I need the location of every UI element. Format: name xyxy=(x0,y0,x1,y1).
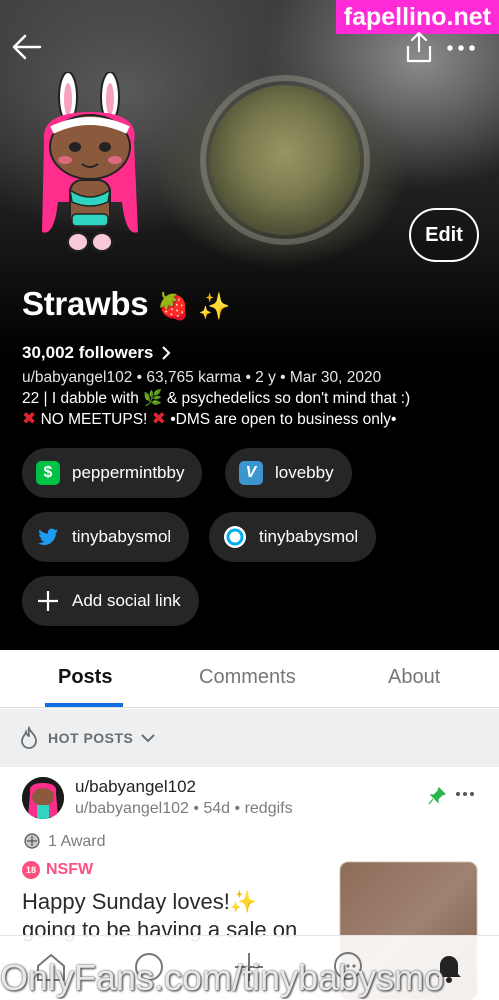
strawberry-emoji-icon: 🍓 xyxy=(157,291,190,321)
profile-meta: u/babyangel102 • 63,765 karma • 2 y • Ma… xyxy=(22,369,382,386)
bio-line-1-end: & psychedelics so don't mind that :) xyxy=(166,390,411,407)
add-social-link-label: Add social link xyxy=(72,591,181,610)
profile-tabs: Posts Comments About xyxy=(0,650,499,708)
chevron-right-icon xyxy=(162,346,171,360)
cross-mark-icon: ✖ xyxy=(151,409,166,428)
social-link-label: tinybabysmol xyxy=(72,527,172,546)
watermark-bottom: OnlyFans.com/tinybabysmo xyxy=(0,957,445,998)
social-link-label: peppermintbby xyxy=(72,463,185,482)
twitter-icon xyxy=(38,528,58,545)
tab-comments[interactable]: Comments xyxy=(199,666,296,689)
watermark-top: fapellino.net xyxy=(335,0,499,34)
sparkles-emoji-icon: ✨ xyxy=(198,291,231,321)
bio-line-2-end: •DMS are open to business only• xyxy=(170,411,397,428)
nsfw-badge-icon: 18 xyxy=(22,861,40,879)
chevron-down-icon xyxy=(141,734,156,743)
more-options-icon[interactable] xyxy=(446,36,476,60)
award-icon xyxy=(24,833,40,849)
social-link-cashapp[interactable]: $ peppermintbby xyxy=(22,448,203,498)
post-meta: u/babyangel102 • 54d • redgifs xyxy=(75,800,293,817)
plus-icon xyxy=(38,591,58,611)
pin-icon xyxy=(428,787,446,805)
bio-line-2-mid: NO MEETUPS! xyxy=(40,411,148,428)
social-link-twitter[interactable]: tinybabysmol xyxy=(22,512,190,562)
followers-link[interactable]: 30,002 followers xyxy=(22,343,171,363)
edit-profile-button[interactable]: Edit xyxy=(409,208,479,262)
display-name-text: Strawbs xyxy=(22,285,149,322)
award-count: 1 Award xyxy=(48,833,106,850)
banner-image xyxy=(210,85,360,235)
bio-line-1: 22 | I dabble with 🌿 & psychedelics so d… xyxy=(22,389,410,408)
active-tab-indicator xyxy=(45,703,123,707)
sort-label: HOT POSTS xyxy=(48,730,134,746)
avatar[interactable] xyxy=(30,72,150,262)
post-avatar[interactable] xyxy=(22,777,64,819)
social-link-label: lovebby xyxy=(275,463,334,482)
back-arrow-icon[interactable] xyxy=(10,30,44,64)
share-icon[interactable] xyxy=(402,30,436,64)
cash-app-icon: $ xyxy=(36,461,60,485)
social-link-venmo[interactable]: V lovebby xyxy=(225,448,352,498)
bio-line-2: ✖ NO MEETUPS! ✖ •DMS are open to busines… xyxy=(22,409,396,429)
award-row[interactable]: 1 Award xyxy=(22,832,106,852)
display-name: Strawbs 🍓 ✨ xyxy=(22,285,230,323)
followers-count: 30,002 followers xyxy=(22,343,154,362)
sort-bar[interactable]: HOT POSTS xyxy=(0,709,499,767)
tab-posts[interactable]: Posts xyxy=(58,666,112,689)
herb-emoji-icon: 🌿 xyxy=(143,390,163,407)
post-username[interactable]: u/babyangel102 xyxy=(75,777,196,797)
venmo-icon: V xyxy=(239,461,263,485)
add-social-link-button[interactable]: Add social link xyxy=(22,576,199,626)
onlyfans-icon xyxy=(224,526,246,548)
post-title-line-1: Happy Sunday loves! xyxy=(22,889,230,914)
nsfw-tag: 18 NSFW xyxy=(22,861,93,879)
sparkles-emoji-icon: ✨ xyxy=(229,889,258,914)
social-link-onlyfans[interactable]: tinybabysmol xyxy=(209,512,377,562)
post-more-options-icon[interactable] xyxy=(455,789,475,799)
cross-mark-icon: ✖ xyxy=(22,409,37,428)
bio-line-1-start: 22 | I dabble with xyxy=(22,390,139,407)
nsfw-label: NSFW xyxy=(46,861,94,878)
tab-about[interactable]: About xyxy=(388,666,440,689)
profile-header: fapellino.net Edit Strawbs 🍓 ✨ 30,002 fo… xyxy=(0,0,499,650)
flame-icon xyxy=(21,726,37,749)
social-link-label: tinybabysmol xyxy=(259,527,359,546)
